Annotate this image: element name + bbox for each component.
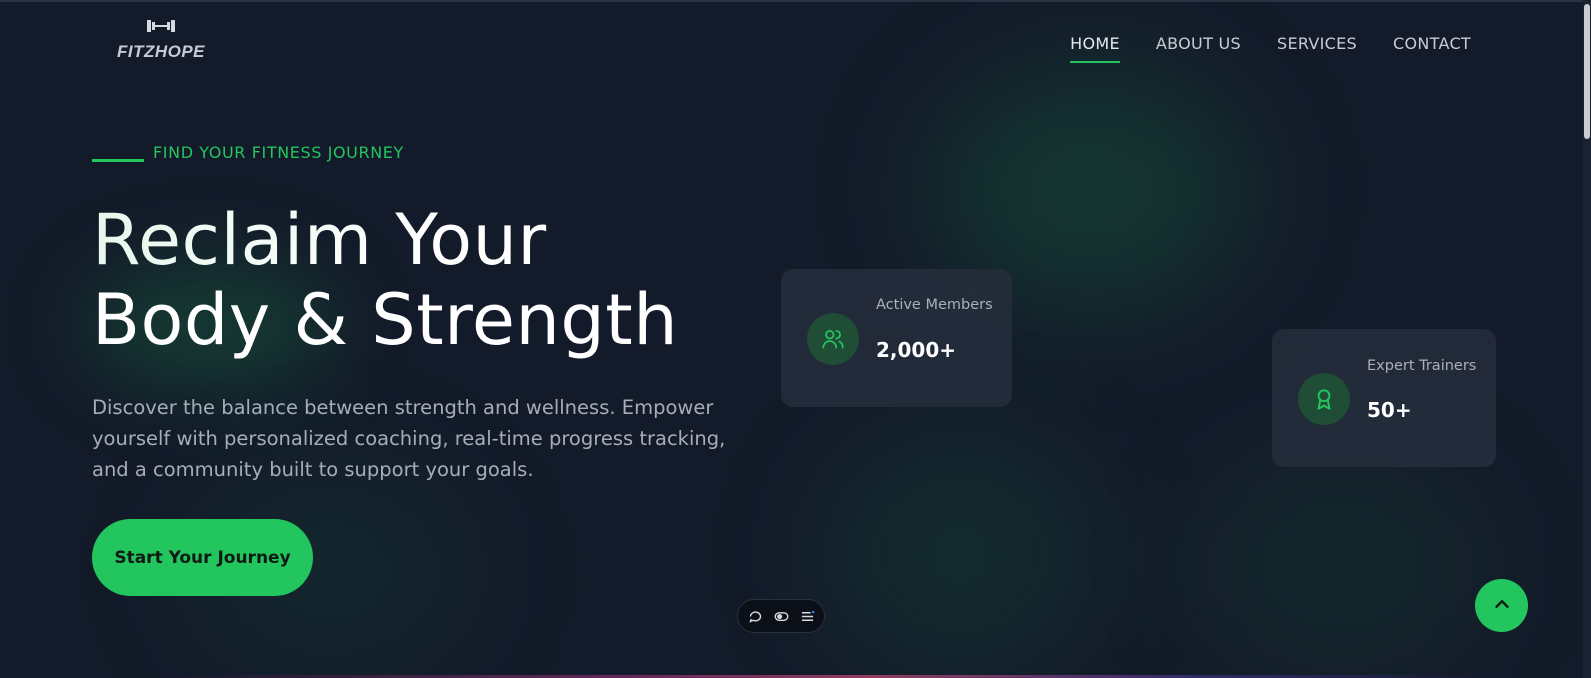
headline-line-1: Reclaim Your <box>92 200 678 280</box>
bg-glow <box>820 430 1100 678</box>
logo-text: FITZHOPE <box>116 42 206 61</box>
bg-glow <box>1190 450 1490 678</box>
comment-icon[interactable] <box>747 608 763 624</box>
nav-item-services[interactable]: SERVICES <box>1277 34 1357 63</box>
stat-value: 50+ <box>1367 398 1412 422</box>
brand-logo[interactable]: FITZHOPE <box>116 14 206 66</box>
award-icon <box>1298 373 1350 425</box>
hero-eyebrow: FIND YOUR FITNESS JOURNEY <box>92 143 404 162</box>
toggle-icon[interactable] <box>773 608 789 624</box>
eyebrow-line <box>92 159 144 162</box>
chevron-up-icon <box>1491 593 1513 618</box>
stat-card-trainers: Expert Trainers 50+ <box>1272 329 1496 467</box>
floating-toolbar <box>737 599 825 633</box>
users-icon <box>807 313 859 365</box>
stat-card-members: Active Members 2,000+ <box>781 269 1012 407</box>
nav-item-contact[interactable]: CONTACT <box>1393 34 1471 63</box>
stat-value: 2,000+ <box>876 338 957 362</box>
nav-item-about-us[interactable]: ABOUT US <box>1156 34 1241 63</box>
scroll-to-top-button[interactable] <box>1475 579 1528 632</box>
hero-headline: Reclaim Your Body & Strength <box>92 200 678 360</box>
page-scrollbar[interactable] <box>1583 0 1591 678</box>
list-icon[interactable] <box>799 608 815 624</box>
scrollbar-thumb[interactable] <box>1584 4 1590 139</box>
nav-item-home[interactable]: HOME <box>1070 34 1120 63</box>
dumbbell-icon <box>139 14 183 42</box>
stat-label: Active Members <box>876 297 993 313</box>
headline-line-2: Body & Strength <box>92 279 679 361</box>
top-border <box>0 0 1591 2</box>
hero-description: Discover the balance between strength an… <box>92 396 726 481</box>
main-nav: HOME ABOUT US SERVICES CONTACT <box>1070 34 1471 63</box>
eyebrow-text: FIND YOUR FITNESS JOURNEY <box>153 143 404 162</box>
start-journey-button[interactable]: Start Your Journey <box>92 519 313 596</box>
stat-label: Expert Trainers <box>1367 358 1477 374</box>
